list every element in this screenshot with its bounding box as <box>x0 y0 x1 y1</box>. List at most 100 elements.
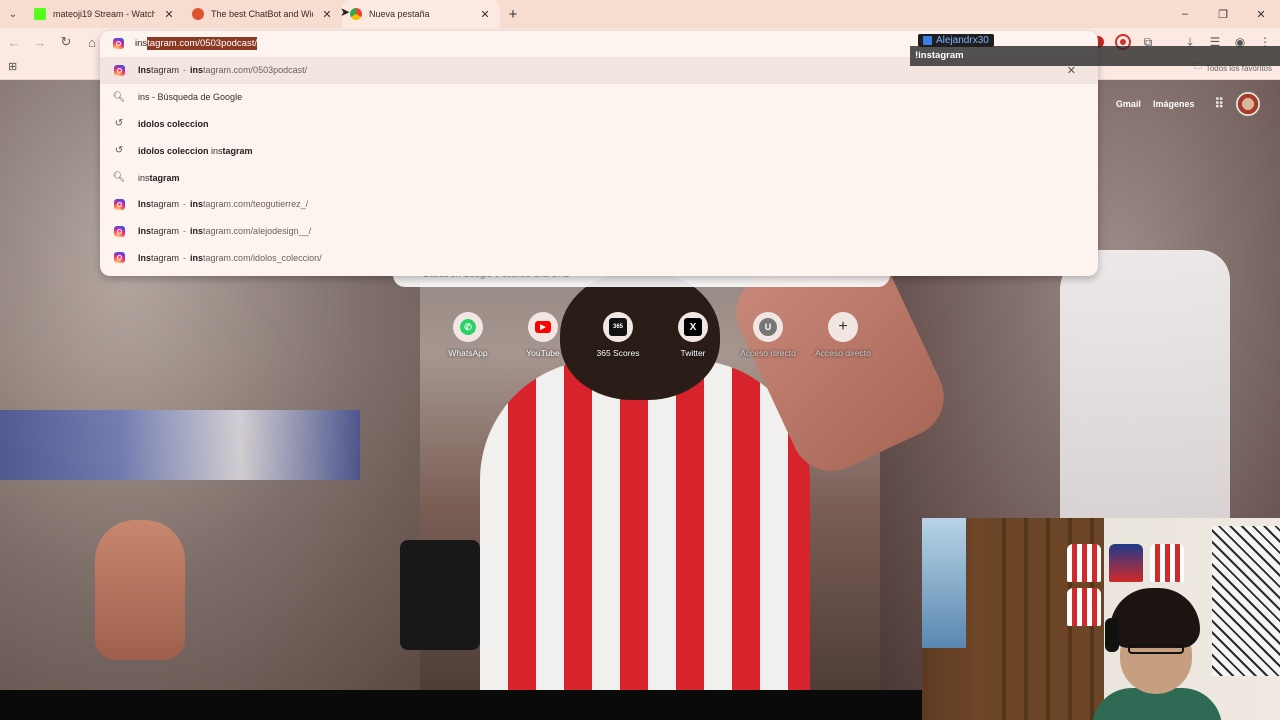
suggestion-item[interactable]: Ins tagram - ins tagram.com/idolos_colecci… <box>100 245 1098 272</box>
omnibox-typed-text: ins <box>135 37 148 49</box>
maximize-icon[interactable]: ❐ <box>1204 8 1242 21</box>
streamer <box>1092 588 1222 720</box>
mouse-cursor-icon: ➤ <box>340 5 351 19</box>
suggestion-url-match: ins <box>190 252 204 263</box>
omnibox-dropdown: ins tagram.com/0503podcast/ Ins tagram - i… <box>100 31 1098 276</box>
chrome-icon <box>350 8 362 20</box>
new-tab-button[interactable]: + <box>500 6 526 23</box>
window-close-icon[interactable]: ✕ <box>1242 8 1280 21</box>
shortcut-youtube[interactable]: ▶ YouTube <box>507 312 579 358</box>
suggestion-match: ins <box>138 172 150 183</box>
suggestion-title: tagram <box>151 65 180 76</box>
365scores-icon: 365 <box>609 318 627 336</box>
suggestion-item[interactable]: 🔍︎ ins - Búsqueda de Google <box>100 84 1098 111</box>
shortcut-label: YouTube <box>526 348 560 358</box>
kick-icon <box>34 8 46 20</box>
search-icon: 🔍︎ <box>112 172 126 184</box>
wall-jersey <box>1109 544 1143 582</box>
kick-badge-icon <box>923 36 932 45</box>
search-icon: 🔍︎ <box>112 91 126 103</box>
omnibox-autocomplete-selection: tagram.com/0503podcast/ <box>147 36 257 50</box>
webcam-overlay <box>922 518 1280 720</box>
streamer-hair <box>1110 588 1200 648</box>
suggestion-item[interactable]: ↺ idolos coleccion ins tagram <box>100 137 1098 164</box>
google-apps-icon[interactable]: ⠿ <box>1214 96 1224 112</box>
tab-title: Nueva pestaña <box>369 9 430 19</box>
shortcut-label: 365 Scores <box>596 348 640 358</box>
instagram-icon <box>113 252 125 264</box>
wall-jersey <box>1150 544 1184 582</box>
suggestion-separator: - <box>183 65 187 76</box>
suggestion-text-rest: tagram <box>222 145 253 156</box>
suggestion-text: ins - Búsqueda de Google <box>138 92 243 103</box>
tab-search-button[interactable]: ⌄ <box>0 1 26 27</box>
shortcut-label: Acceso directo <box>740 348 796 358</box>
suggestion-match: Ins <box>138 252 152 263</box>
back-icon[interactable]: ← <box>2 30 26 54</box>
suggestion-url: tagram.com/alejodesign__/ <box>203 226 312 237</box>
shortcut-whatsapp[interactable]: ✆ WhatsApp <box>432 312 504 358</box>
shortcut-label: Twitter <box>680 348 706 358</box>
tab-title: mateoji19 Stream - Watch Live <box>53 9 155 19</box>
suggestion-item[interactable]: Ins tagram - ins tagram.com/teogutierrez_/ <box>100 191 1098 218</box>
suggestion-url: tagram.com/idolos_coleccion/ <box>203 252 322 263</box>
shortcut-u[interactable]: U Acceso directo <box>732 312 804 358</box>
suggestion-url-match: ins <box>190 199 204 210</box>
suggestion-title: tagram <box>151 199 180 210</box>
stream-chat-username: Alejandrx30 <box>918 34 994 47</box>
chatbot-icon <box>192 8 204 20</box>
suggestion-match: Ins <box>138 199 152 210</box>
history-icon: ↺ <box>114 145 124 157</box>
suggestion-url-match: ins <box>190 65 204 76</box>
suggestion-match: Ins <box>138 65 152 76</box>
tab-kick[interactable]: mateoji19 Stream - Watch Live ✕ <box>26 0 184 28</box>
suggestion-match: ins <box>211 145 223 156</box>
avatar[interactable] <box>1236 92 1260 116</box>
striped-jersey <box>480 360 810 690</box>
close-icon[interactable]: ✕ <box>162 8 176 21</box>
suggestion-title: tagram <box>151 252 180 263</box>
forward-icon[interactable]: → <box>28 30 52 54</box>
reload-icon[interactable]: ↻ <box>54 30 78 54</box>
youtube-icon: ▶ <box>535 321 551 333</box>
instagram-icon <box>113 37 124 49</box>
suggestion-separator: - <box>183 226 187 237</box>
tab-chatbot[interactable]: The best ChatBot and Widgets ✕ <box>184 0 342 28</box>
apps-grid-icon[interactable]: ⊞ <box>8 61 20 73</box>
wall-poster <box>922 518 966 648</box>
suggestion-list: Ins tagram - ins tagram.com/0503podcast/ ✕… <box>100 57 1098 271</box>
close-icon[interactable]: ✕ <box>478 8 492 21</box>
chat-message-text: !instagram <box>915 50 964 61</box>
shortcut-label: WhatsApp <box>448 348 488 358</box>
u-icon: U <box>759 318 777 336</box>
whatsapp-icon: ✆ <box>460 319 476 335</box>
close-icon[interactable]: ✕ <box>320 8 334 21</box>
suggestion-item[interactable]: 🔍︎ ins tagram <box>100 164 1098 191</box>
plus-icon: + <box>838 318 848 335</box>
suggestion-separator: - <box>183 199 187 210</box>
tab-new-tab[interactable]: Nueva pestaña ✕ <box>342 0 500 28</box>
suggestion-text-rest: tagram <box>149 172 180 183</box>
suggestion-item[interactable]: ↺ idolos coleccion <box>100 111 1098 138</box>
shortcut-add[interactable]: + Acceso directo <box>807 312 879 358</box>
instagram-icon <box>113 198 125 210</box>
instagram-icon <box>113 64 125 76</box>
shortcut-twitter[interactable]: X Twitter <box>657 312 729 358</box>
images-link[interactable]: Imágenes <box>1153 99 1195 109</box>
instagram-icon <box>113 225 125 237</box>
history-icon: ↺ <box>114 118 124 130</box>
stream-chat-message: !instagram <box>910 46 1280 66</box>
suggestion-text: idolos coleccion <box>138 118 209 129</box>
stadium-banner <box>0 410 360 480</box>
gmail-link[interactable]: Gmail <box>1116 99 1141 109</box>
wall-jersey <box>1067 544 1101 582</box>
raised-fist <box>95 520 185 660</box>
suggestion-item[interactable]: Ins tagram - ins tagram.com/alejodesign__/ <box>100 218 1098 245</box>
shortcut-365scores[interactable]: 365 365 Scores <box>582 312 654 358</box>
shortcut-label: Acceso directo <box>815 348 871 358</box>
suggestion-url: tagram.com/0503podcast/ <box>203 65 308 76</box>
tab-title: The best ChatBot and Widgets <box>211 9 313 19</box>
x-icon: X <box>684 318 702 336</box>
minimize-icon[interactable]: – <box>1166 8 1204 21</box>
tab-strip: ⌄ mateoji19 Stream - Watch Live ✕ The be… <box>0 0 1280 28</box>
